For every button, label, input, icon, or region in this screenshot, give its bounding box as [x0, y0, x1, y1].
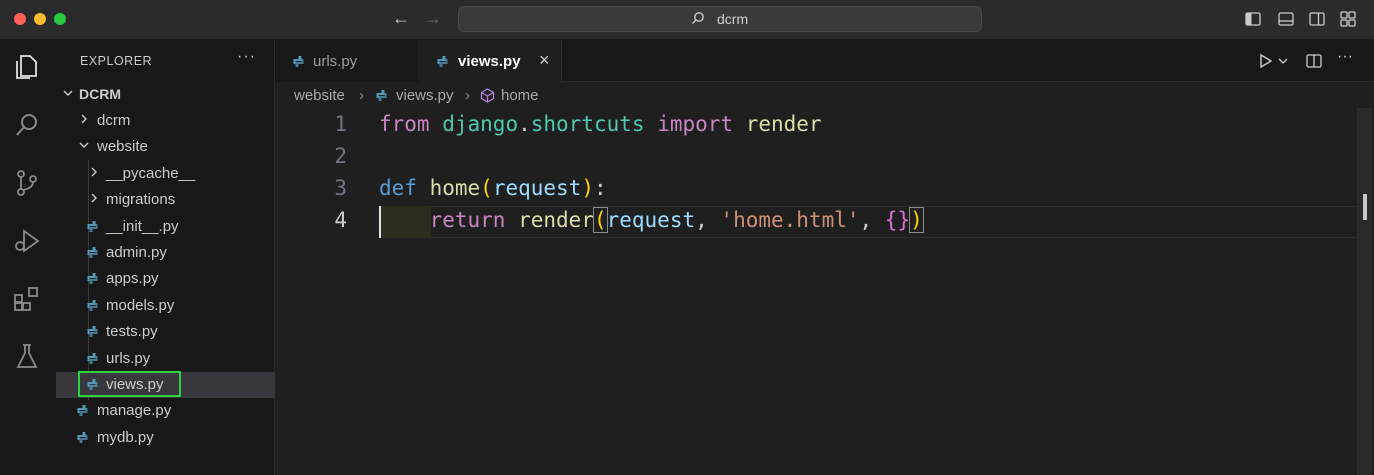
tree-item-label: __pycache__	[106, 165, 196, 182]
python-file-icon	[437, 56, 448, 67]
tab-views-py[interactable]: views.py ×	[418, 40, 562, 83]
tree-folder-migrations[interactable]: migrations	[56, 187, 275, 213]
tree-file-urls[interactable]: urls.py	[56, 346, 275, 372]
chevron-right-icon: ›	[465, 87, 470, 104]
tree-file-models[interactable]: models.py	[56, 293, 275, 319]
tree-item-label: mydb.py	[97, 429, 154, 446]
chevron-right-icon	[81, 114, 87, 124]
tree-item-label: manage.py	[97, 402, 172, 419]
tab-urls-py[interactable]: urls.py	[275, 40, 419, 82]
close-window-button[interactable]	[14, 13, 26, 25]
code-line-3: def home(request):	[379, 176, 607, 200]
chevron-down-icon[interactable]	[1277, 52, 1289, 70]
tree-root-dcrm[interactable]: DCRM	[56, 82, 275, 108]
line-number: 1	[334, 112, 347, 136]
tree-file-manage[interactable]: manage.py	[56, 398, 275, 424]
tree-item-label: urls.py	[106, 350, 151, 367]
code-line-1: from django.shortcuts import render	[379, 112, 822, 136]
tree-folder-pycache[interactable]: __pycache__	[56, 161, 275, 187]
python-file-icon	[87, 221, 98, 232]
tree-item-label: apps.py	[106, 270, 159, 287]
code-line-4: return render(request, 'home.html', {})	[429, 207, 924, 233]
chevron-right-icon	[91, 167, 97, 177]
explorer-title: EXPLORER	[80, 54, 153, 68]
line-number: 2	[334, 144, 347, 168]
tree-file-init[interactable]: __init__.py	[56, 214, 275, 240]
search-view-icon[interactable]	[12, 110, 42, 140]
line-number: 4	[334, 208, 347, 232]
maximize-window-button[interactable]	[54, 13, 66, 25]
breadcrumb-folder[interactable]: website	[294, 87, 345, 104]
python-file-icon	[77, 405, 88, 416]
chevron-down-icon	[63, 90, 73, 96]
search-icon	[691, 11, 705, 28]
tree-file-admin[interactable]: admin.py	[56, 240, 275, 266]
source-control-icon[interactable]	[12, 168, 42, 198]
tree-item-label: models.py	[106, 297, 175, 314]
testing-icon[interactable]	[12, 342, 42, 372]
tab-label: urls.py	[313, 53, 358, 70]
more-actions-icon[interactable]: ···	[237, 48, 256, 66]
customize-layout-icon[interactable]	[1340, 11, 1356, 27]
run-debug-icon[interactable]	[12, 226, 42, 256]
tab-label: views.py	[458, 53, 521, 70]
back-arrow-icon[interactable]: ←	[392, 8, 410, 29]
tree-item-label: website	[97, 138, 148, 155]
code-editor[interactable]: 1 2 3 4 from django.shortcuts import ren…	[275, 108, 1374, 475]
run-python-file-icon[interactable]	[1257, 52, 1275, 70]
chevron-right-icon	[91, 193, 97, 203]
tree-folder-dcrm[interactable]: dcrm	[56, 108, 275, 134]
python-file-icon	[87, 247, 98, 258]
python-file-icon	[376, 90, 387, 101]
python-file-icon	[77, 432, 88, 443]
scrollbar-thumb[interactable]	[1363, 194, 1367, 220]
explorer-icon[interactable]	[12, 52, 42, 82]
root-folder-label: DCRM	[79, 86, 121, 102]
toggle-panel-icon[interactable]	[1278, 11, 1294, 27]
tree-item-label: __init__.py	[106, 218, 179, 235]
search-text: dcrm	[717, 11, 749, 27]
tree-folder-website[interactable]: website	[56, 134, 275, 160]
tree-item-label: tests.py	[106, 323, 158, 340]
python-file-icon	[87, 353, 98, 364]
minimize-window-button[interactable]	[34, 13, 46, 25]
explorer-sidebar: EXPLORER ··· DCRM dcrm website __pycache…	[56, 40, 275, 475]
breadcrumb: website › views.py › home	[275, 82, 1374, 108]
python-file-icon	[87, 273, 98, 284]
method-symbol-icon	[480, 88, 495, 103]
vertical-scrollbar[interactable]	[1357, 108, 1372, 475]
tree-item-label: dcrm	[97, 112, 131, 129]
tree-file-tests[interactable]: tests.py	[56, 319, 275, 345]
editor-tab-bar: urls.py views.py × ···	[275, 40, 1374, 83]
command-center-search[interactable]: dcrm	[458, 6, 982, 32]
split-editor-icon[interactable]	[1305, 52, 1323, 70]
extensions-icon[interactable]	[12, 284, 42, 314]
tree-file-mydb[interactable]: mydb.py	[56, 425, 275, 451]
python-file-icon	[87, 300, 98, 311]
close-tab-icon[interactable]: ×	[539, 50, 550, 71]
tree-file-apps[interactable]: apps.py	[56, 266, 275, 292]
title-bar: ← → dcrm	[0, 0, 1374, 40]
python-file-icon	[293, 56, 304, 67]
chevron-down-icon	[79, 142, 89, 148]
tree-item-label: migrations	[106, 191, 176, 208]
forward-arrow-icon[interactable]: →	[424, 8, 442, 29]
toggle-secondary-sidebar-icon[interactable]	[1309, 11, 1325, 27]
breadcrumb-file[interactable]: views.py	[396, 87, 454, 104]
breadcrumb-symbol[interactable]: home	[501, 87, 539, 104]
line-number: 3	[334, 176, 347, 200]
activity-bar	[0, 40, 56, 475]
selection-highlight-box	[78, 371, 181, 397]
more-actions-icon[interactable]: ···	[1337, 48, 1355, 66]
tree-item-label: admin.py	[106, 244, 167, 261]
chevron-right-icon: ›	[359, 87, 364, 104]
toggle-primary-sidebar-icon[interactable]	[1245, 11, 1261, 27]
python-file-icon	[87, 326, 98, 337]
